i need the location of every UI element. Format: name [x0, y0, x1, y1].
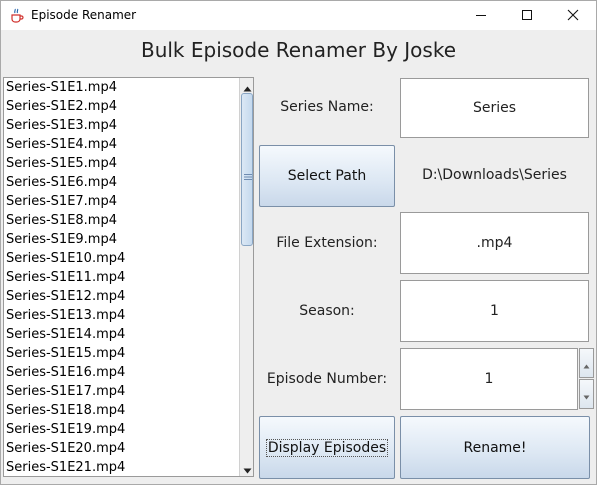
season-label: Season:	[299, 303, 355, 319]
list-item[interactable]: Series-S1E10.mp4	[5, 249, 237, 268]
list-item[interactable]: Series-S1E14.mp4	[5, 325, 237, 344]
list-item[interactable]: Series-S1E12.mp4	[5, 287, 237, 306]
list-item[interactable]: Series-S1E18.mp4	[5, 401, 237, 420]
scroll-thumb[interactable]	[241, 93, 253, 246]
episode-number-label: Episode Number:	[266, 371, 388, 387]
list-item[interactable]: Series-S1E15.mp4	[5, 344, 237, 363]
list-item[interactable]: Series-S1E9.mp4	[5, 230, 237, 249]
list-item[interactable]: Series-S1E19.mp4	[5, 420, 237, 439]
triangle-down-icon	[583, 385, 590, 404]
list-item[interactable]: Series-S1E6.mp4	[5, 173, 237, 192]
java-cup-icon	[9, 7, 25, 23]
scroll-up-button[interactable]	[240, 79, 253, 93]
list-scrollbar[interactable]	[239, 78, 253, 477]
scroll-down-button[interactable]	[240, 459, 253, 477]
list-item[interactable]: Series-S1E8.mp4	[5, 211, 237, 230]
list-item[interactable]: Series-S1E5.mp4	[5, 154, 237, 173]
select-path-button[interactable]: Select Path	[259, 145, 395, 207]
app-window: Episode Renamer Bulk Episode Renamer By …	[0, 0, 597, 485]
close-icon	[567, 6, 579, 25]
display-episodes-label: Display Episodes	[265, 438, 389, 457]
close-button[interactable]	[550, 1, 596, 30]
list-item[interactable]: Series-S1E2.mp4	[5, 97, 237, 116]
spinner-increment-button[interactable]	[579, 348, 594, 378]
maximize-icon	[521, 6, 533, 25]
list-item[interactable]: Series-S1E21.mp4	[5, 458, 237, 476]
grip-icon	[244, 166, 252, 180]
triangle-down-icon	[243, 459, 252, 477]
list-item[interactable]: Series-S1E1.mp4	[5, 78, 237, 97]
list-item[interactable]: Series-S1E4.mp4	[5, 135, 237, 154]
file-extension-field[interactable]: .mp4	[400, 212, 589, 274]
list-item[interactable]: Series-S1E7.mp4	[5, 192, 237, 211]
list-item[interactable]: Series-S1E11.mp4	[5, 268, 237, 287]
list-item[interactable]: Series-S1E17.mp4	[5, 382, 237, 401]
path-value: D:\Downloads\Series	[422, 167, 567, 183]
episode-number-spinner[interactable]: 1	[400, 348, 578, 410]
series-name-label: Series Name:	[280, 99, 374, 115]
display-episodes-button[interactable]: Display Episodes	[259, 416, 395, 479]
list-item[interactable]: Series-S1E20.mp4	[5, 439, 237, 458]
file-extension-label: File Extension:	[276, 235, 378, 251]
minimize-button[interactable]	[458, 1, 504, 30]
page-title: Bulk Episode Renamer By Joske	[140, 38, 457, 62]
season-field[interactable]: 1	[400, 280, 589, 342]
list-item[interactable]: Series-S1E16.mp4	[5, 363, 237, 382]
episode-list-items: Series-S1E1.mp4 Series-S1E2.mp4 Series-S1E…	[5, 78, 237, 476]
rename-button[interactable]: Rename!	[400, 416, 590, 479]
series-name-field[interactable]: Series	[400, 78, 589, 138]
triangle-up-icon	[583, 354, 590, 373]
title-bar[interactable]: Episode Renamer	[1, 1, 596, 30]
episode-list[interactable]: Series-S1E1.mp4 Series-S1E2.mp4 Series-S1E…	[3, 77, 254, 477]
maximize-button[interactable]	[504, 1, 550, 30]
episode-number-spinner-buttons	[579, 348, 594, 409]
minimize-icon	[475, 6, 487, 25]
spinner-decrement-button[interactable]	[579, 379, 594, 409]
window-title: Episode Renamer	[31, 8, 137, 22]
list-item[interactable]: Series-S1E3.mp4	[5, 116, 237, 135]
list-item[interactable]: Series-S1E13.mp4	[5, 306, 237, 325]
